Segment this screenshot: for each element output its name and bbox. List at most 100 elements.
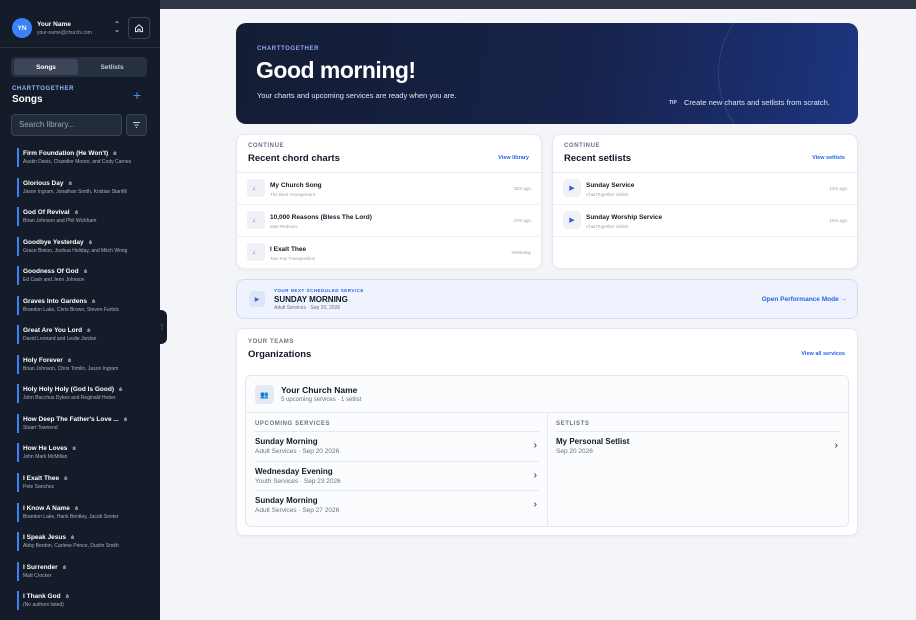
song-list-item[interactable]: I Speak Jesus ılı Abby Benton, Carlene Pri… [0,525,160,555]
organizations-card: YOUR TEAMS Organizations View all servic… [236,328,858,536]
chevron-right-icon: › [834,440,838,451]
song-title-text: I Thank God [23,593,61,601]
home-button[interactable] [128,17,150,39]
open-performance-mode-link[interactable]: Open Performance Mode → [762,296,847,303]
song-authors: (No authors listed) [23,602,64,609]
chevron-up-down-icon[interactable]: ⌃ ⌄ [113,21,121,34]
song-list-item[interactable]: Goodbye Yesterday ılı Grace Binion, Joshua… [0,230,160,260]
music-note-icon: ♩ [247,211,265,229]
chart-row[interactable]: ♩ My Church Song The Best Arrangement 33m a… [237,173,541,205]
item-title: My Church Song [270,182,322,189]
next-service-kicker: YOUR NEXT SCHEDULED SERVICE [274,288,364,293]
song-title: Holy Holy Holy (God Is Good) ılı [23,386,122,393]
song-title-text: I Exalt Thee [23,475,60,483]
service-meta: Adult Services · Sep 27 2026 [255,507,340,514]
chart-row[interactable]: ♩ 10,000 Reasons (Bless The Lord) Matt Red… [237,205,541,237]
setlist-row[interactable]: My Personal Setlist Sep 20 2026 › [556,431,840,461]
song-list-item[interactable]: Goodness Of God ılı Ed Cash and Jenn Johns… [0,259,160,289]
song-accent-bar [17,502,19,522]
song-list-item[interactable]: Graves Into Gardens ılı Brandon Lake, Chri… [0,289,160,319]
song-authors: Brian Johnson, Chris Tomlin, Jason Ingra… [23,365,119,372]
add-song-button[interactable]: + [133,87,141,103]
song-list-item[interactable]: Holy Forever ılı Brian Johnson, Chris Toml… [0,348,160,378]
song-accent-bar [17,177,19,197]
song-list: Firm Foundation (He Won't) ılı Austin Davi… [0,141,160,614]
setlist-row[interactable]: ▶ Sunday Service ChartTogether Setlist 12m … [553,173,857,205]
item-title: 10,000 Reasons (Bless The Lord) [270,214,372,221]
song-title-text: How He Loves [23,445,68,453]
service-row[interactable]: Wednesday Evening Youth Services · Sep 23… [255,460,539,491]
setlist-row[interactable]: ▶ Sunday Worship Service ChartTogether Set… [553,205,857,237]
song-title-text: I Speak Jesus [23,534,66,542]
song-list-item[interactable]: Holy Holy Holy (God Is Good) ılı John Bacc… [0,377,160,407]
item-subtitle: The Best Arrangement [270,192,316,197]
chart-row[interactable]: ♩ I Exalt Thee Two Key Transposition Yester… [237,237,541,269]
chart-icon: ılı [67,357,71,364]
song-list-item[interactable]: Glorious Day ılı Jason Ingram, Jonathan Sm… [0,171,160,201]
service-name: Sunday Morning [255,437,318,446]
next-service-meta: Adult Services · Sep 20, 2026 [274,305,341,311]
item-title: Sunday Worship Service [586,214,663,221]
setlist-meta: Sep 20 2026 [556,448,593,455]
service-row[interactable]: Sunday Morning Adult Services · Sep 27 20… [255,490,539,520]
card-title: Recent setlists [564,153,632,164]
song-list-item[interactable]: I Thank God ılı (No authors listed) [0,584,160,614]
song-authors: Jason Ingram, Jonathan Smith, Kristian S… [23,188,127,195]
filter-button[interactable] [126,114,147,136]
chart-icon: ılı [113,151,117,157]
song-list-item[interactable]: God Of Revival ılı Brian Johnson and Phil … [0,200,160,230]
service-meta: Youth Services · Sep 23 2026 [255,477,341,485]
organization-name[interactable]: Your Church Name [281,385,357,395]
decorative-circle [718,23,858,124]
song-title-text: Goodbye Yesterday [23,238,84,246]
top-bar [160,0,916,9]
item-title: I Exalt Thee [270,246,307,253]
song-title-text: I Know A Name [23,504,70,512]
card-header: CONTINUE Recent setlists View setlists [553,135,857,173]
song-list-item[interactable]: Great Are You Lord ılı David Leonard and L… [0,318,160,348]
song-accent-bar [17,295,19,315]
service-name: Sunday Morning [255,496,318,505]
view-all-services-link[interactable]: View all services [801,351,845,357]
tab-setlists[interactable]: Setlists [80,59,144,75]
view-library-link[interactable]: View library [498,155,529,161]
view-setlists-link[interactable]: View setlists [812,155,845,161]
song-authors: Brandon Lake, Hank Bentley, Jacob Sooter [23,513,119,520]
library-tabs: Songs Setlists [11,57,147,77]
tab-songs[interactable]: Songs [14,59,78,75]
search-input[interactable]: Search library... [11,114,122,136]
song-title: How Deep The Father's Love ... ılı [23,416,127,423]
song-list-item[interactable]: I Know A Name ılı Brandon Lake, Hank Bentl… [0,496,160,526]
song-list-item[interactable]: I Exalt Thee ılı Pete Sanchez [0,466,160,496]
song-list-item[interactable]: Firm Foundation (He Won't) ılı Austin Davi… [0,141,160,171]
song-list-item[interactable]: How Deep The Father's Love ... ılı Stuart … [0,407,160,437]
item-time: 47m ago [513,218,531,223]
song-authors: Austin Davis, Chandler Moore, and Cody C… [23,159,132,165]
song-title: I Exalt Thee ılı [23,475,67,482]
song-list-item[interactable]: I Surrender ılı Matt Crocker [0,555,160,585]
play-icon: ▶ [249,291,265,307]
song-title: Goodness Of God ılı [23,268,87,275]
song-title: Holy Forever ılı [23,357,71,364]
chart-icon: ılı [83,269,87,276]
setlist-name: My Personal Setlist [556,437,630,446]
item-subtitle: Matt Redman [270,224,298,229]
song-authors: Brandon Lake, Chris Brown, Steven Furtic… [23,306,119,313]
recent-charts-card: CONTINUE Recent chord charts View librar… [236,134,542,269]
song-list-item[interactable]: How He Loves ılı John Mark McMillan [0,436,160,466]
song-accent-bar [17,354,19,374]
next-service-banner[interactable]: ▶ YOUR NEXT SCHEDULED SERVICE SUNDAY MOR… [236,279,858,319]
item-time: 12m ago [829,186,847,191]
play-icon: ▶ [563,211,581,229]
chart-icon: ılı [64,476,68,483]
chart-icon: ılı [119,387,122,394]
service-row[interactable]: Sunday Morning Adult Services · Sep 20 20… [255,431,539,461]
avatar: YN [12,18,32,38]
song-title-text: How Deep The Father's Love ... [23,415,119,423]
song-accent-bar [17,384,19,404]
play-icon: ▶ [563,179,581,197]
home-icon [135,24,143,33]
card-header: CONTINUE Recent chord charts View librar… [237,135,541,173]
song-title: God Of Revival ılı [23,209,78,216]
sidebar-resize-handle[interactable]: ⋮ [157,310,167,344]
